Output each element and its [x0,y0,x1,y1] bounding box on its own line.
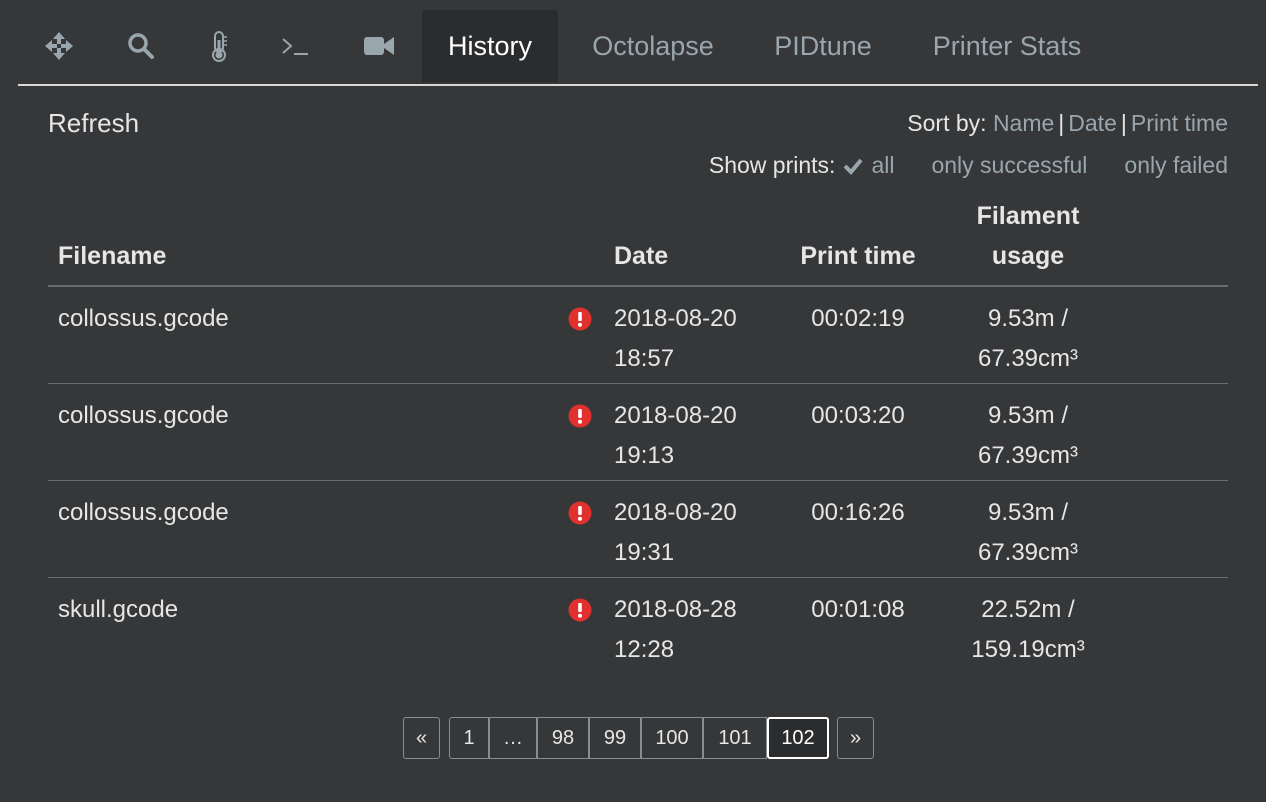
row-date-day: 2018-08-20 [614,499,737,526]
tab-octolapse-label: Octolapse [592,30,714,61]
row-filament-length: 9.53m / [987,402,1069,429]
tab-terminal[interactable] [264,10,326,82]
row-print-time: 00:02:19 [811,305,905,332]
page-button-current[interactable]: 102 [767,717,829,759]
row-date-time: 19:31 [614,539,675,566]
sort-by-date[interactable]: Date [1068,110,1117,136]
row-date-time: 12:28 [614,636,675,663]
row-filename: collossus.gcode [58,499,229,526]
header-filament-line2: usage [991,242,1065,270]
show-prints-label: Show prints: [708,152,836,178]
filter-bar: Show prints: all only successful only fa… [709,152,1228,179]
sort-label: Sort by: [907,110,987,136]
row-date: 2018-08-20 18:57 [614,299,737,379]
video-camera-icon [364,37,394,55]
refresh-link[interactable]: Refresh [48,108,139,139]
tab-pidtune[interactable]: PIDtune [752,10,894,82]
row-filament-volume: 67.39cm³ [977,442,1079,469]
header-date: Date [614,242,669,270]
page-button[interactable]: 100 [641,717,703,759]
header-filament-usage: Filament usage [948,196,1108,276]
header-filename: Filename [58,242,167,270]
history-table: Filename Date Print time Filament usage … [48,196,1228,674]
row-date: 2018-08-28 12:28 [614,590,737,670]
tab-bar: History Octolapse PIDtune Printer Stats [18,10,1258,86]
row-print-time: 00:16:26 [811,499,905,526]
tab-gcode-viewer[interactable] [110,10,172,82]
table-row[interactable]: collossus.gcode 2018-08-20 18:57 00:02:19 9.… [48,287,1228,384]
tab-timelapse[interactable] [348,10,410,82]
error-icon [568,498,592,538]
table-header: Filename Date Print time Filament usage [48,196,1228,287]
header-filament-line1: Filament [976,202,1080,230]
row-filament-usage: 22.52m / 159.19cm³ [948,590,1108,670]
thermometer-icon [212,31,227,62]
tab-printer-stats-label: Printer Stats [932,30,1082,61]
tab-printer-stats[interactable]: Printer Stats [912,10,1102,82]
row-date-day: 2018-08-20 [614,402,737,429]
history-panel: History Octolapse PIDtune Printer Stats … [0,0,1266,802]
page-button[interactable]: 101 [703,717,767,759]
row-filament-length: 22.52m / [981,596,1075,623]
error-icon [568,595,592,635]
error-icon [568,304,592,344]
tab-history[interactable]: History [422,10,558,82]
table-row[interactable]: collossus.gcode 2018-08-20 19:31 00:16:26 9.… [48,481,1228,578]
page-button[interactable]: 98 [537,717,589,759]
row-date-time: 18:57 [614,345,675,372]
tab-octolapse[interactable]: Octolapse [570,10,736,82]
tab-history-label: History [447,30,532,61]
page-button[interactable]: 99 [589,717,641,759]
filter-all-label: all [871,152,895,178]
page-prev-button[interactable]: « [403,717,440,759]
row-filament-usage: 9.53m / 67.39cm³ [948,299,1108,379]
row-date-day: 2018-08-28 [614,596,737,623]
error-icon [568,401,592,441]
tab-temperature[interactable] [188,10,250,82]
row-filament-usage: 9.53m / 67.39cm³ [948,493,1108,573]
row-filament-usage: 9.53m / 67.39cm³ [948,396,1108,476]
pagination: « 1 … 98 99 100 101 102 » [403,717,874,759]
row-filament-length: 9.53m / [987,305,1069,332]
page-ellipsis: … [489,717,537,759]
tab-pidtune-label: PIDtune [774,30,872,61]
page-next-button[interactable]: » [837,717,874,759]
row-filament-volume: 67.39cm³ [977,539,1079,566]
row-date: 2018-08-20 19:13 [614,396,737,476]
row-date-day: 2018-08-20 [614,305,737,332]
sort-bar: Sort by: Name | Date | Print time [907,110,1228,137]
row-filename: collossus.gcode [58,305,229,332]
row-print-time: 00:01:08 [811,596,905,623]
page-button[interactable]: 1 [449,717,489,759]
row-date: 2018-08-20 19:31 [614,493,737,573]
sort-by-name[interactable]: Name [993,110,1054,136]
row-filament-volume: 67.39cm³ [977,345,1079,372]
checkmark-icon [843,157,863,175]
row-filename: collossus.gcode [58,402,229,429]
header-print-time: Print time [800,242,916,270]
filter-only-successful[interactable]: only successful [931,152,1087,179]
filter-all[interactable]: all [843,152,894,179]
filter-only-failed[interactable]: only failed [1124,152,1228,179]
row-date-time: 19:13 [614,442,675,469]
row-print-time: 00:03:20 [811,402,905,429]
search-icon [128,33,154,59]
sort-separator: | [1058,110,1065,136]
row-filament-length: 9.53m / [987,499,1069,526]
move-arrows-icon [45,32,73,60]
table-row[interactable]: skull.gcode 2018-08-28 12:28 00:01:08 22.52m… [48,578,1228,674]
row-filename: skull.gcode [58,596,179,623]
table-row[interactable]: collossus.gcode 2018-08-20 19:13 00:03:20 9.… [48,384,1228,481]
sort-by-print-time[interactable]: Print time [1131,110,1228,136]
row-filament-volume: 159.19cm³ [971,636,1085,663]
tab-control[interactable] [28,10,90,82]
sort-separator: | [1120,110,1127,136]
terminal-icon [282,38,308,55]
